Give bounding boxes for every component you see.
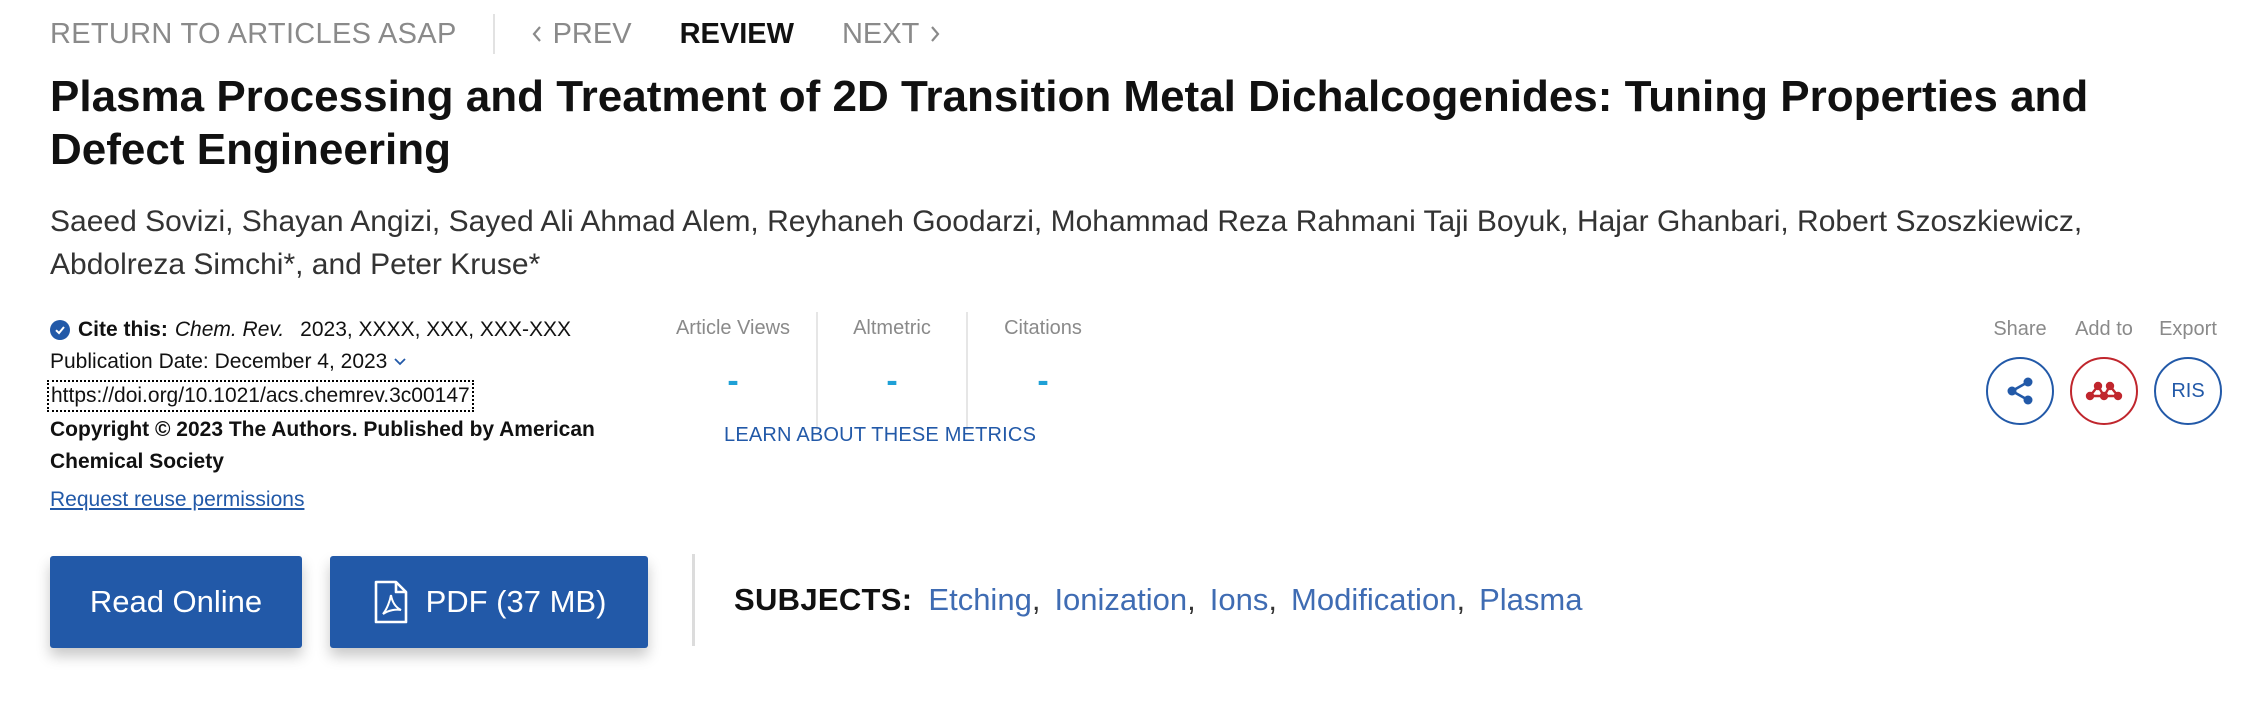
chevron-right-icon [931,26,940,42]
ris-label: RIS [2171,379,2205,402]
subject-separator: , [1456,582,1466,617]
article-type-label: REVIEW [679,17,794,50]
subject-link-modification[interactable]: Modification [1291,582,1456,618]
cite-this-label: Cite this: [78,318,168,341]
add-to-mendeley-button[interactable] [2070,357,2138,425]
metric-label: Article Views [675,317,791,339]
author-list[interactable]: Saeed Sovizi, Shayan Angizi, Sayed Ali A… [50,200,2150,286]
metric-value: - [1037,362,1049,400]
chevron-down-icon [394,358,407,366]
share-icon [2007,377,2033,405]
citation-details: 2023, XXXX, XXX, XXX-XXX [300,318,571,341]
read-online-label: Read Online [89,584,263,619]
prev-link[interactable]: PREV [531,18,632,51]
share-tool: Share [1986,315,2054,425]
chevron-left-icon [532,26,541,42]
metric-citations: Citations - [968,312,1118,430]
export-ris-button[interactable]: RIS [2154,357,2222,425]
article-navigation: RETURN TO ARTICLES ASAP PREV REVIEW NEXT [50,14,941,54]
prev-label: PREV [552,17,632,50]
mendeley-icon [2085,381,2123,401]
subject-link-ions[interactable]: Ions [1210,582,1269,618]
subject-link-ionization[interactable]: Ionization [1054,582,1187,618]
journal-name: Chem. Rev. [174,318,285,341]
pdf-icon [374,580,407,624]
actions-divider [692,554,695,646]
article-title: Plasma Processing and Treatment of 2D Tr… [50,72,2089,174]
publication-date: Publication Date: December 4, 2023 [50,350,388,373]
nav-divider [492,14,495,54]
copyright-notice: Copyright © 2023 The Authors. Published … [50,418,595,473]
publication-date-toggle[interactable]: Publication Date: December 4, 2023 [50,346,650,378]
subject-separator: , [1187,582,1196,617]
metric-value: - [886,362,898,400]
return-to-articles-link[interactable]: RETURN TO ARTICLES ASAP [50,18,457,51]
subject-separator: , [1268,582,1278,617]
subject-separator: , [1031,582,1041,617]
learn-about-metrics-link[interactable]: LEARN ABOUT THESE METRICS [724,424,1036,447]
next-link[interactable]: NEXT [842,18,941,51]
subject-link-plasma[interactable]: Plasma [1479,582,1582,618]
next-label: NEXT [841,17,920,50]
share-label: Share [1993,318,2047,340]
add-to-tool: Add to [2070,315,2138,425]
metric-value: - [727,362,739,400]
metric-label: Citations [1004,317,1082,339]
share-button[interactable] [1986,357,2054,425]
pdf-label: PDF (37 MB) [425,584,607,619]
subjects-list: SUBJECTS: Etching, Ionization, Ions, Mod… [734,582,1582,618]
pdf-download-button[interactable]: PDF (37 MB) [330,556,648,648]
subject-link-etching[interactable]: Etching [928,582,1031,618]
article-metrics: Article Views - Altmetric - Citations - [640,312,1118,430]
doi-link[interactable]: https://doi.org/10.1021/acs.chemrev.3c00… [47,380,474,412]
export-tool: Export RIS [2154,315,2222,425]
request-reuse-permissions-link[interactable]: Request reuse permissions [50,484,304,516]
subjects-label: SUBJECTS: [734,582,913,617]
read-online-button[interactable]: Read Online [50,556,302,648]
metric-article-views: Article Views - [640,312,816,430]
metric-label: Altmetric [853,317,931,339]
check-circle-icon [50,320,70,340]
citation-block: Cite this: Chem. Rev. 2023, XXXX, XXX, X… [47,314,650,516]
add-to-label: Add to [2075,318,2133,340]
article-tools: Share Add to Export RIS [1986,315,2222,425]
metric-altmetric: Altmetric - [818,312,966,430]
cite-this-row[interactable]: Cite this: Chem. Rev. 2023, XXXX, XXX, X… [50,314,650,346]
export-label: Export [2159,318,2217,340]
